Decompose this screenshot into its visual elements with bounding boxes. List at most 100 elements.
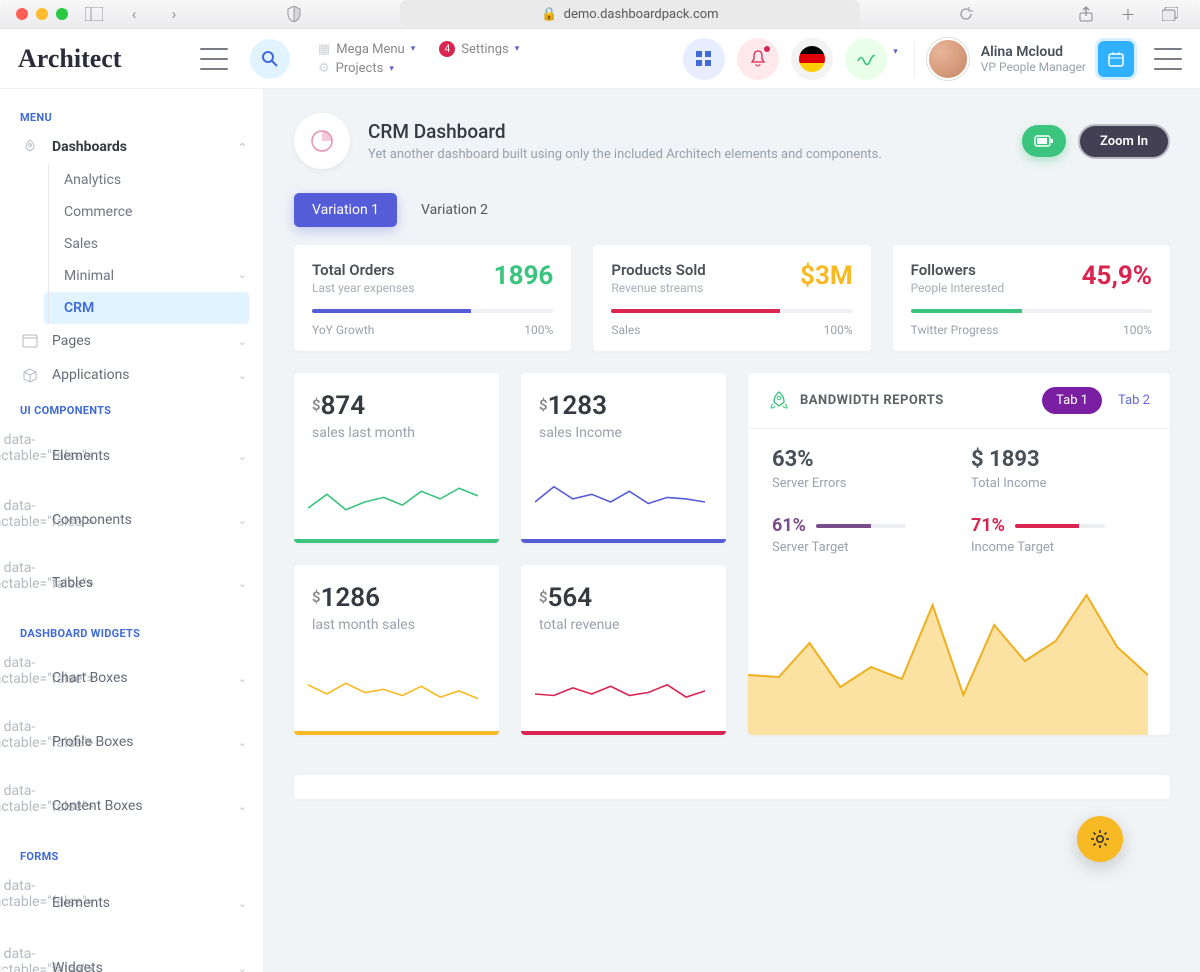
chevron-down-icon: ▾	[515, 44, 520, 54]
stat-value: $3M	[800, 261, 853, 291]
lock-icon: 🔒	[541, 7, 557, 22]
mega-menu-link[interactable]: Mega Menu	[336, 42, 404, 57]
bw-tab-2[interactable]: Tab 2	[1118, 393, 1150, 408]
<svg width=: -icon" data-interactable="false">	[20, 655, 40, 701]
stat-foot-left: Twitter Progress	[911, 323, 999, 337]
settings-link[interactable]: Settings	[461, 42, 508, 57]
gear-icon	[1090, 829, 1110, 849]
chevron-down-icon: ⌄	[238, 577, 247, 590]
nav-back-icon[interactable]: ‹	[120, 3, 148, 25]
language-button[interactable]	[791, 38, 833, 80]
tab-variation-2[interactable]: Variation 2	[403, 193, 506, 227]
reload-icon[interactable]	[952, 3, 980, 25]
stat-foot-right: 100%	[824, 323, 853, 337]
window-close-icon[interactable]	[16, 8, 28, 20]
new-tab-icon[interactable]: ＋	[1114, 3, 1142, 25]
sidebar-item-elements[interactable]: -icon" data-interactable="false">Element…	[0, 423, 263, 489]
battery-button[interactable]	[1022, 125, 1066, 157]
stat-title: Followers	[911, 261, 1004, 279]
sidebar-child-minimal[interactable]: Minimal⌄	[44, 260, 263, 292]
sidebar-child-crm[interactable]: CRM	[44, 292, 249, 324]
calendar-button[interactable]	[1098, 41, 1134, 77]
tab-variation-1[interactable]: Variation 1	[294, 193, 397, 227]
stat-foot-right: 100%	[1123, 323, 1152, 337]
user-meta: Alina Mcloud VP People Manager	[981, 44, 1086, 74]
mini-card: $1283sales Income	[521, 373, 726, 543]
sidebar-label-applications: Applications	[52, 367, 130, 383]
bw-server-errors: 63% Server Errors	[772, 447, 947, 491]
sidebar-item-widgets[interactable]: -icon" data-interactable="false">Widgets…	[0, 937, 263, 972]
projects-link[interactable]: Projects	[336, 61, 384, 76]
chevron-down-icon: ⌄	[238, 450, 247, 463]
sidebar-item-components[interactable]: -icon" data-interactable="false">Compone…	[0, 489, 263, 551]
sidebar-item-applications[interactable]: Applications ⌄	[0, 358, 263, 392]
sidebar-item-elements[interactable]: -icon" data-interactable="false">Element…	[0, 869, 263, 937]
search-icon	[261, 50, 279, 68]
chevron-down-icon: ⌄	[238, 672, 247, 685]
sb-heading-menu: MENU	[0, 99, 263, 130]
sidebar-child-analytics[interactable]: Analytics	[44, 164, 263, 196]
page-title: CRM Dashboard	[368, 120, 882, 143]
window-minimize-icon[interactable]	[36, 8, 48, 20]
notifications-button[interactable]	[737, 38, 779, 80]
mini-card: $1286last month sales	[294, 565, 499, 735]
right-drawer-icon[interactable]	[1154, 48, 1182, 70]
sidebar-toggle-icon[interactable]	[80, 3, 108, 25]
<svg width=: -icon" data-interactable="false">	[20, 719, 40, 765]
window-zoom-icon[interactable]	[56, 8, 68, 20]
sparkline	[308, 479, 478, 525]
bw-label: Total Income	[971, 476, 1146, 491]
gear-icon-small: ⚙	[318, 61, 330, 76]
sidebar-collapse-icon[interactable]	[200, 48, 228, 70]
sidebar-child-sales[interactable]: Sales	[44, 228, 263, 260]
settings-badge: 4	[439, 41, 455, 57]
address-bar[interactable]: 🔒 demo.dashboardpack.com	[400, 0, 860, 28]
grid-apps-button[interactable]	[683, 38, 725, 80]
stat-foot-left: Sales	[611, 323, 640, 337]
bw-label: Server Target	[772, 540, 947, 555]
mini-label: total revenue	[539, 617, 708, 633]
share-icon[interactable]	[1072, 3, 1100, 25]
sidebar-child-commerce[interactable]: Commerce	[44, 196, 263, 228]
chevron-down-icon[interactable]: ▾	[893, 47, 898, 57]
bw-income-target: 71% Income Target	[971, 515, 1146, 555]
sidebar-item-dashboards[interactable]: Dashboards ⌃	[0, 130, 263, 164]
bw-value: $ 1893	[971, 447, 1146, 472]
bw-tab-1[interactable]: Tab 1	[1042, 387, 1102, 414]
sparkline	[535, 479, 705, 525]
chevron-down-icon: ▾	[389, 64, 394, 74]
brand-logo[interactable]: Architect	[18, 44, 188, 74]
search-button[interactable]	[250, 39, 290, 79]
bandwidth-area-chart	[748, 585, 1148, 735]
shield-icon[interactable]	[280, 3, 308, 25]
mini-label: sales Income	[539, 425, 708, 441]
sidebar-item-chart-boxes[interactable]: -icon" data-interactable="false">Chart B…	[0, 646, 263, 710]
settings-fab[interactable]	[1077, 816, 1123, 862]
stat-subtitle: People Interested	[911, 281, 1004, 295]
avatar[interactable]	[927, 38, 969, 80]
mini-label: last month sales	[312, 617, 481, 633]
<svg width=: -icon" data-interactable="false">	[20, 432, 40, 480]
user-role: VP People Manager	[981, 60, 1086, 74]
sidebar: MENU Dashboards ⌃ AnalyticsCommerceSales…	[0, 89, 264, 972]
chevron-down-icon: ⌄	[238, 736, 247, 749]
calendar-icon	[1108, 51, 1124, 67]
sidebar-item-profile-boxes[interactable]: -icon" data-interactable="false">Profile…	[0, 710, 263, 774]
stat-card: Total OrdersLast year expenses1896YoY Gr…	[294, 245, 571, 351]
tabs-overview-icon[interactable]	[1156, 3, 1184, 25]
sidebar-item-content-boxes[interactable]: -icon" data-interactable="false">Content…	[0, 774, 263, 838]
browser-icon	[20, 334, 40, 348]
mini-label: sales last month	[312, 425, 481, 441]
zoom-in-button[interactable]: Zoom In	[1078, 124, 1170, 159]
top-menus: ▦ Mega Menu ▾ 4 Settings ▾ ⚙ Projects ▾	[318, 41, 519, 76]
grid-icon	[696, 51, 712, 67]
nav-forward-icon[interactable]: ›	[160, 3, 188, 25]
page-subtitle: Yet another dashboard built using only t…	[368, 147, 882, 162]
sidebar-item-tables[interactable]: -icon" data-interactable="false">Tables⌄	[0, 551, 263, 615]
activity-button[interactable]	[845, 38, 887, 80]
sidebar-item-pages[interactable]: Pages ⌄	[0, 324, 263, 358]
box-icon	[20, 367, 40, 383]
bandwidth-card: BANDWIDTH REPORTS Tab 1 Tab 2 63% Server…	[748, 373, 1170, 735]
chevron-up-icon: ⌃	[238, 141, 247, 154]
page-header-icon	[294, 113, 350, 169]
